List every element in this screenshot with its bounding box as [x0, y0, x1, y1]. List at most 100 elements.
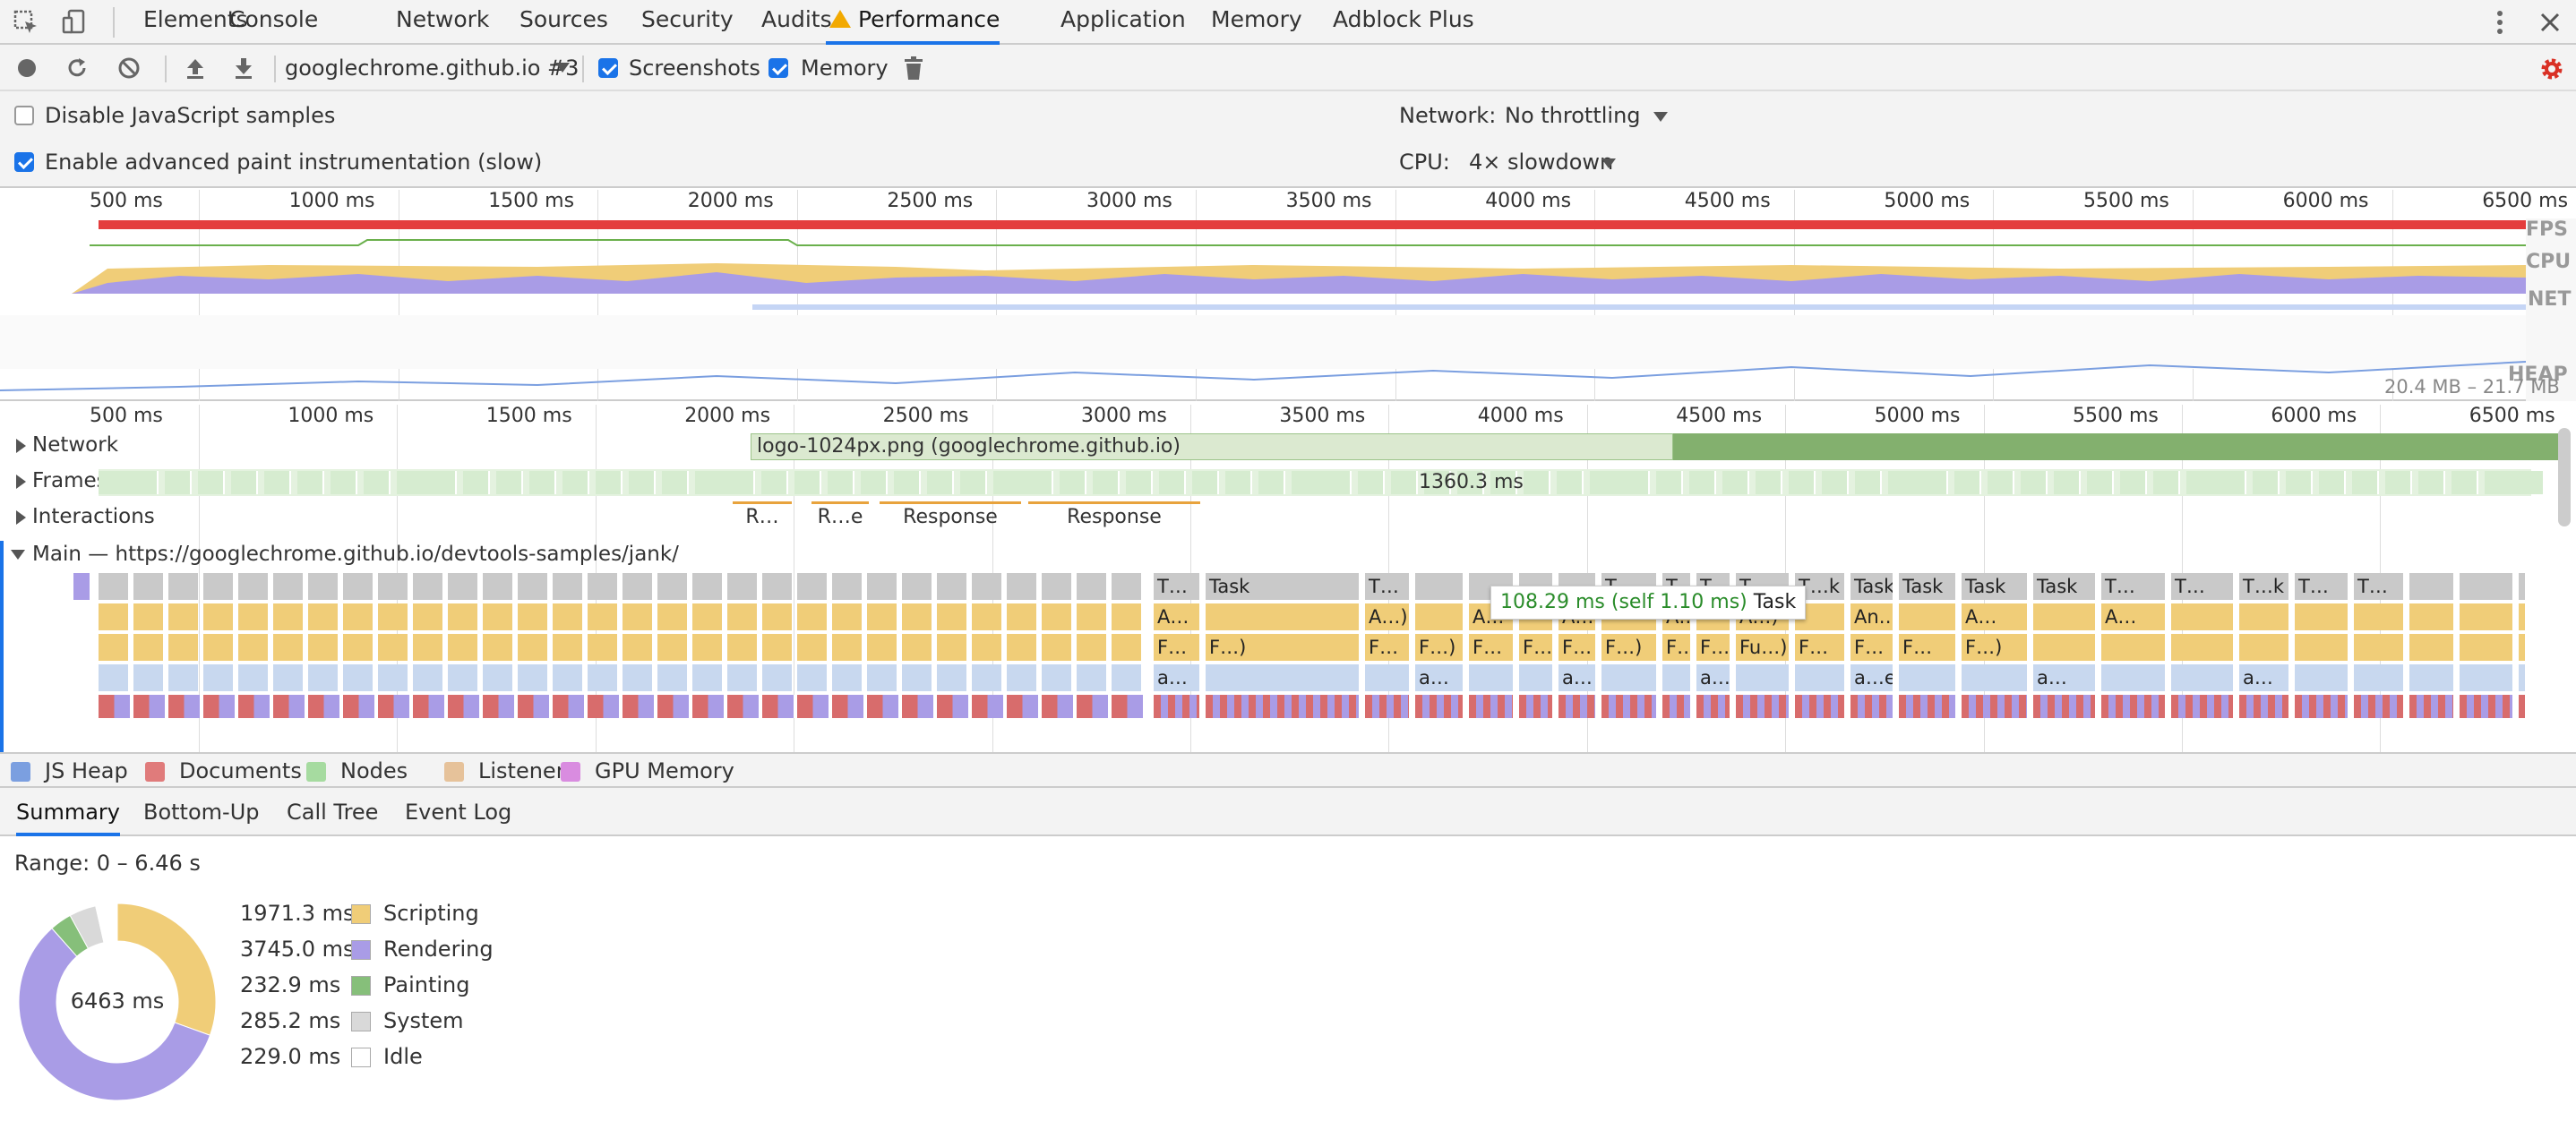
frame-box[interactable]	[2186, 471, 2222, 494]
flame-block[interactable]	[972, 603, 1002, 630]
flame-block[interactable]	[273, 573, 304, 600]
flame-block[interactable]	[902, 695, 934, 718]
flame-block[interactable]	[483, 695, 515, 718]
flame-block[interactable]	[1415, 603, 1464, 630]
flame-block[interactable]	[2409, 664, 2454, 691]
frame-box[interactable]	[1325, 471, 1352, 494]
interaction-item[interactable]: Response	[880, 501, 1021, 532]
flame-block[interactable]	[1007, 634, 1037, 661]
flame-block[interactable]	[867, 664, 897, 691]
flame-block[interactable]	[1795, 695, 1845, 718]
flame-block[interactable]	[168, 573, 199, 600]
flame-block[interactable]	[203, 603, 234, 630]
frame-box[interactable]	[1557, 471, 1584, 494]
capture-settings-gear-icon[interactable]	[2537, 54, 2567, 84]
flame-chart[interactable]: 500 ms 1000 ms 1500 ms 2000 ms 2500 ms 3000 m…	[0, 401, 2576, 756]
flame-block[interactable]	[1077, 634, 1107, 661]
frame-box[interactable]	[2120, 471, 2147, 494]
flame-block[interactable]	[1415, 695, 1464, 718]
flame-block[interactable]: T…	[1365, 573, 1410, 600]
flame-block[interactable]	[867, 695, 899, 718]
flame-block[interactable]	[1206, 603, 1360, 630]
frame-box[interactable]	[2451, 471, 2478, 494]
flame-block[interactable]	[762, 634, 793, 661]
flame-block[interactable]	[972, 664, 1002, 691]
cpu-dropdown-icon[interactable]	[1601, 158, 1616, 168]
flame-block[interactable]	[518, 603, 548, 630]
network-request-bar[interactable]: logo-1024px.png (googlechrome.github.io)	[751, 433, 1673, 460]
flame-block[interactable]	[1795, 664, 1845, 691]
frame-box[interactable]	[364, 471, 391, 494]
flame-block[interactable]	[2239, 695, 2289, 718]
flame-block[interactable]	[797, 634, 828, 661]
flame-block[interactable]	[518, 695, 550, 718]
flame-block[interactable]	[2519, 603, 2526, 630]
legend-swatch[interactable]	[306, 762, 326, 782]
flame-block[interactable]	[2354, 664, 2404, 691]
frame-box[interactable]	[1855, 471, 1882, 494]
flame-block[interactable]	[553, 695, 585, 718]
flame-block[interactable]	[343, 634, 374, 661]
flame-block[interactable]	[1206, 664, 1360, 691]
flame-block[interactable]	[1601, 664, 1657, 691]
interaction-item[interactable]: Response	[1028, 501, 1200, 532]
flame-block[interactable]	[553, 634, 583, 661]
flame-block[interactable]	[99, 603, 129, 630]
flame-block[interactable]	[2295, 695, 2348, 718]
flame-block[interactable]: Task	[1850, 573, 1893, 600]
tab-sources[interactable]: Sources	[519, 0, 608, 45]
flame-block[interactable]	[972, 634, 1002, 661]
flame-block[interactable]	[378, 664, 408, 691]
flame-block[interactable]	[762, 603, 793, 630]
flame-block[interactable]	[797, 573, 828, 600]
flame-block[interactable]	[2354, 695, 2404, 718]
flame-block[interactable]	[1899, 603, 1956, 630]
flame-block[interactable]	[308, 603, 339, 630]
device-toolbar-icon[interactable]	[59, 7, 90, 38]
flame-block[interactable]	[1112, 634, 1142, 661]
flame-block[interactable]	[972, 573, 1002, 600]
flame-block[interactable]	[762, 573, 793, 600]
flame-block[interactable]	[2171, 695, 2234, 718]
clear-icon[interactable]	[116, 56, 142, 81]
details-tab-event-log[interactable]: Event Log	[405, 788, 511, 836]
flame-block[interactable]	[832, 695, 864, 718]
flame-block[interactable]	[1042, 664, 1072, 691]
legend-swatch[interactable]	[444, 762, 464, 782]
frame-box[interactable]	[861, 471, 888, 494]
advanced-paint-checkbox[interactable]	[14, 152, 34, 172]
flame-block[interactable]: F…)	[1415, 634, 1464, 661]
flame-block[interactable]	[518, 664, 548, 691]
flame-block[interactable]: F…	[1519, 634, 1553, 661]
flame-block[interactable]	[1899, 695, 1956, 718]
flame-block[interactable]: T…	[2101, 573, 2166, 600]
flame-block[interactable]	[2033, 603, 2096, 630]
flame-block[interactable]	[623, 573, 653, 600]
frame-duration[interactable]: 1360.3 ms	[1419, 469, 1524, 496]
flame-block[interactable]	[1365, 695, 1410, 718]
flame-block[interactable]	[553, 573, 583, 600]
frame-box[interactable]	[894, 471, 921, 494]
flame-block[interactable]	[657, 664, 688, 691]
memory-checkbox[interactable]	[769, 58, 788, 78]
flame-block[interactable]: T…	[1154, 573, 1200, 600]
flame-block[interactable]: A…)	[1365, 603, 1410, 630]
flame-block[interactable]	[1519, 664, 1553, 691]
flame-block[interactable]	[168, 634, 199, 661]
flame-block[interactable]	[2460, 573, 2513, 600]
flame-block[interactable]: T…k	[2239, 573, 2289, 600]
flame-block[interactable]	[867, 634, 897, 661]
frame-box[interactable]	[1292, 471, 1327, 494]
flame-block[interactable]: F…)	[1206, 634, 1360, 661]
flame-block[interactable]	[2101, 695, 2166, 718]
flame-block[interactable]	[588, 573, 618, 600]
flame-block[interactable]: Task	[1206, 573, 1360, 600]
legend-swatch[interactable]	[11, 762, 30, 782]
flame-block[interactable]	[2295, 664, 2348, 691]
flame-block[interactable]	[1154, 695, 1200, 718]
flame-block[interactable]	[133, 634, 164, 661]
flame-block[interactable]	[1042, 695, 1074, 718]
frame-box[interactable]	[496, 471, 523, 494]
flame-block[interactable]	[99, 695, 131, 718]
flame-block[interactable]	[937, 573, 967, 600]
